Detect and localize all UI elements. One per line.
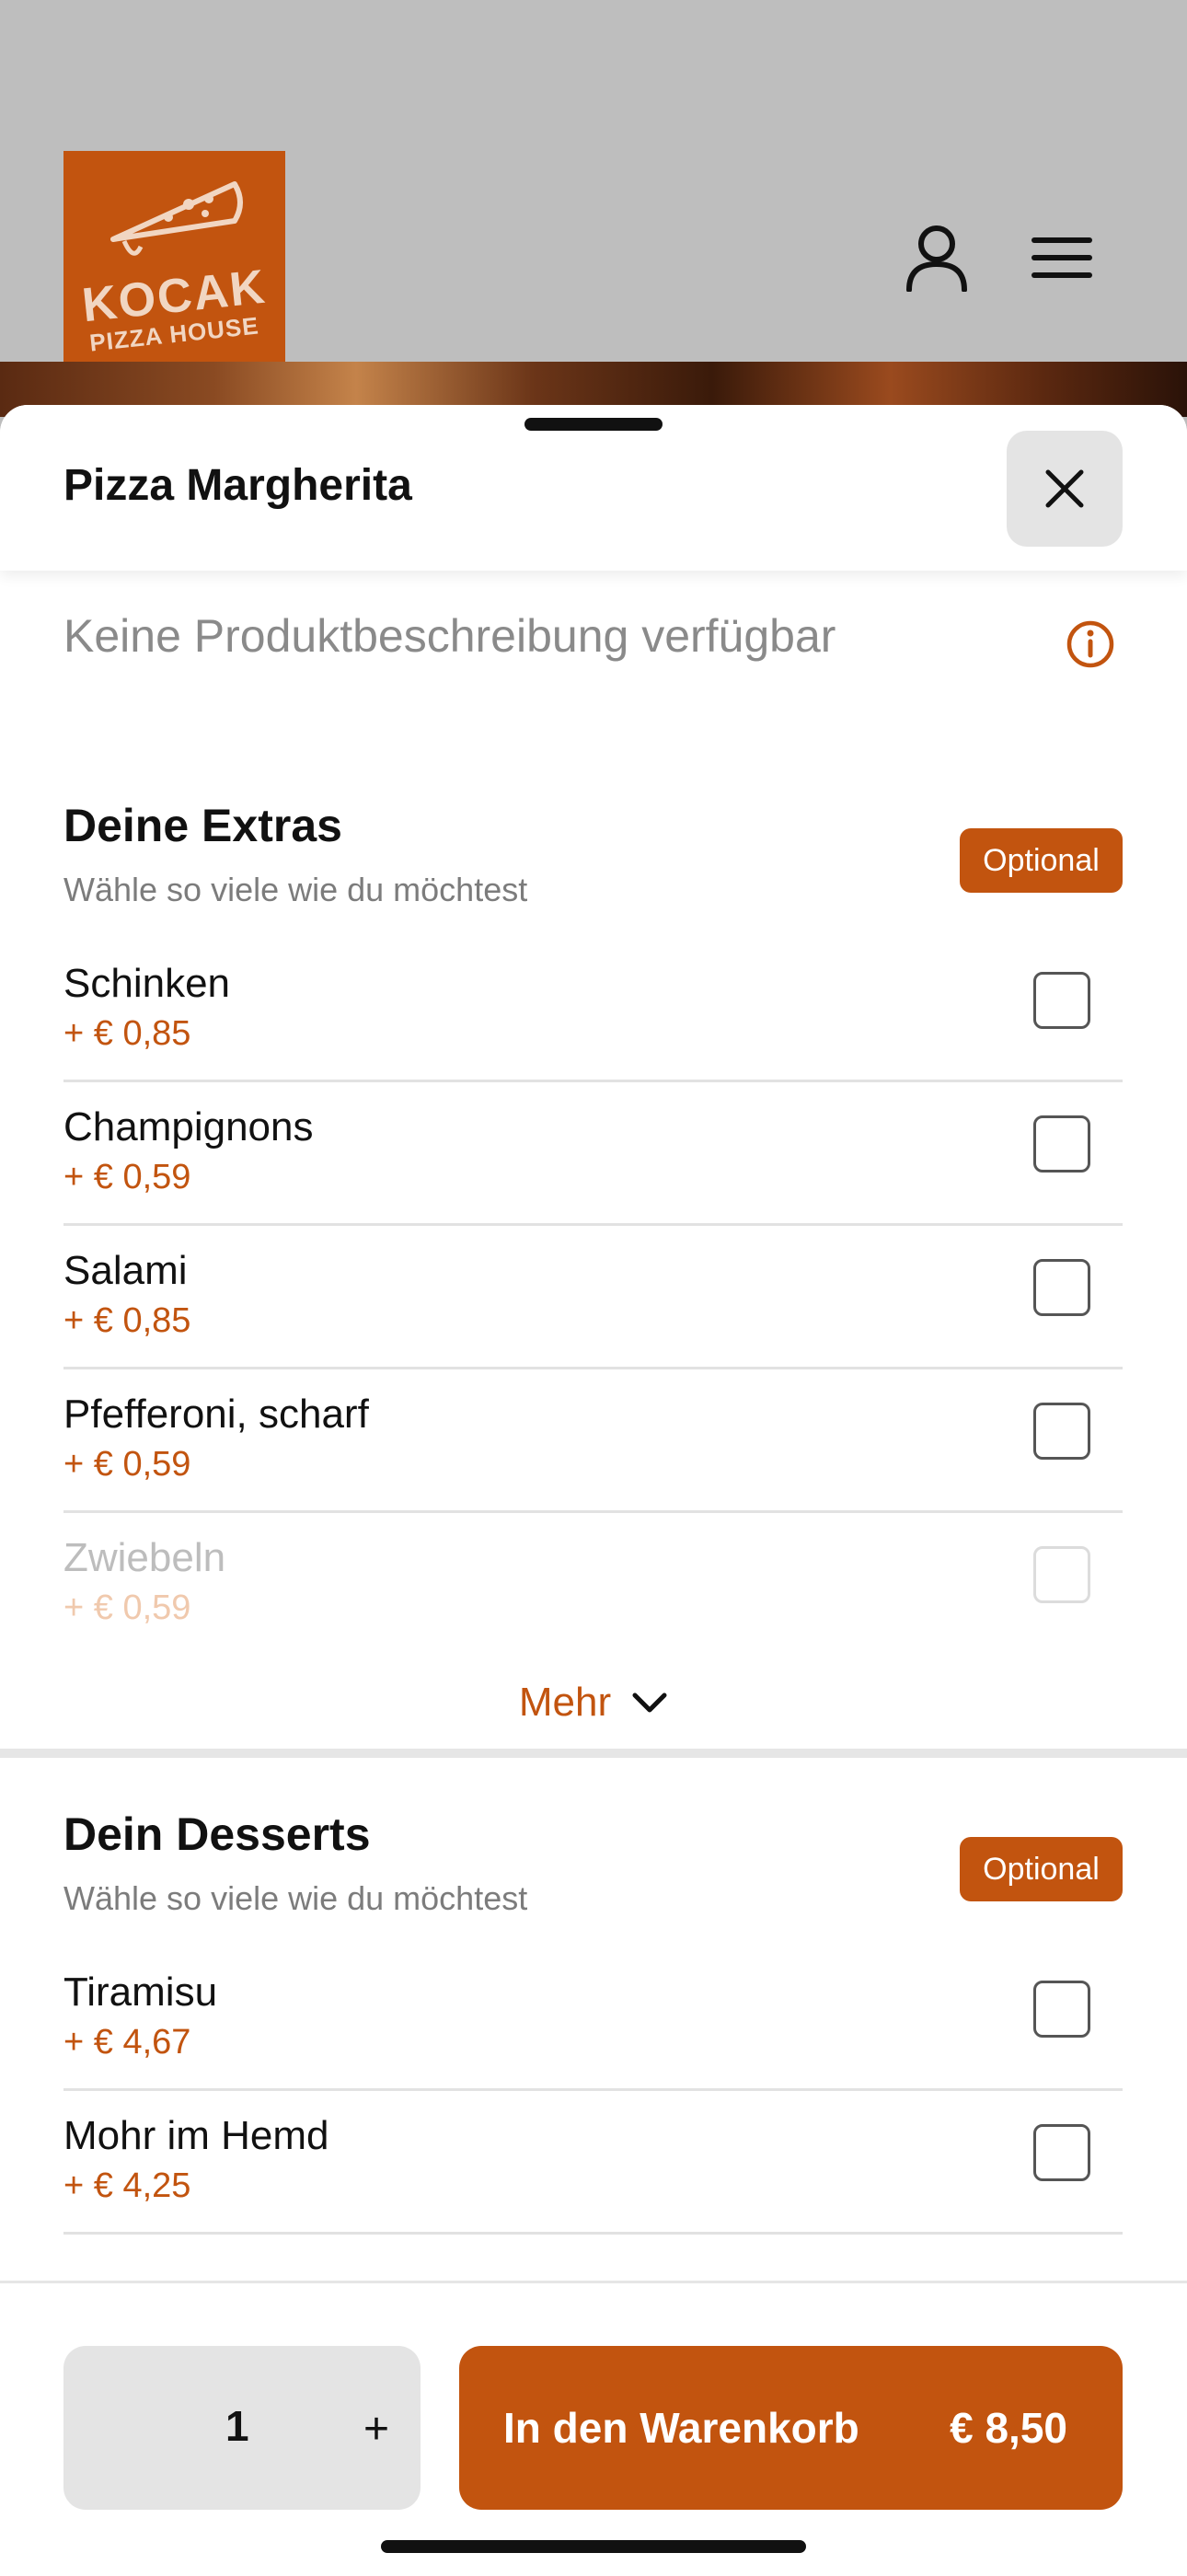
item-price: + € 0,59 — [63, 1588, 191, 1627]
close-icon — [1045, 469, 1084, 508]
item-name: Pfefferoni, scharf — [63, 1392, 369, 1437]
dessert-item-mohr-im-hemd[interactable]: Mohr im Hemd + € 4,25 — [63, 2091, 1123, 2235]
show-more-label: Mehr — [518, 1680, 612, 1725]
extra-item-zwiebeln[interactable]: Zwiebeln + € 0,59 — [63, 1513, 1123, 1657]
extra-item-salami[interactable]: Salami + € 0,85 — [63, 1226, 1123, 1369]
item-name: Salami — [63, 1248, 188, 1293]
checkbox[interactable] — [1033, 2124, 1090, 2181]
add-to-cart-label: In den Warenkorb — [503, 2404, 859, 2452]
item-price: + € 0,59 — [63, 1158, 191, 1196]
show-more-button[interactable]: Mehr — [0, 1666, 1187, 1739]
extra-item-schinken[interactable]: Schinken + € 0,85 — [63, 939, 1123, 1082]
quantity-value: 1 — [225, 2402, 249, 2450]
item-name: Schinken — [63, 961, 231, 1006]
product-title: Pizza Margherita — [63, 461, 412, 510]
section-divider — [0, 1749, 1187, 1758]
checkbox[interactable] — [1033, 1546, 1090, 1603]
extras-optional-badge: Optional — [960, 828, 1123, 893]
home-indicator[interactable] — [381, 2540, 806, 2553]
product-sheet: Pizza Margherita Keine Produktbeschreibu… — [0, 405, 1187, 2573]
desserts-title: Dein Desserts — [63, 1808, 371, 1860]
cart-footer: 1 + In den Warenkorb € 8,50 — [0, 2281, 1187, 2576]
pizza-slice-icon — [109, 181, 243, 256]
cart-total: € 8,50 — [950, 2404, 1067, 2452]
menu-icon[interactable] — [1025, 221, 1099, 295]
checkbox[interactable] — [1033, 1981, 1090, 2038]
extras-title: Deine Extras — [63, 800, 342, 851]
item-price: + € 4,67 — [63, 2023, 191, 2062]
increment-button[interactable]: + — [340, 2383, 413, 2475]
quantity-stepper[interactable]: 1 + — [63, 2346, 421, 2510]
extra-item-champignons[interactable]: Champignons + € 0,59 — [63, 1082, 1123, 1226]
item-name: Zwiebeln — [63, 1535, 226, 1580]
checkbox[interactable] — [1033, 1403, 1090, 1460]
close-button[interactable] — [1007, 431, 1123, 547]
dessert-item-tiramisu[interactable]: Tiramisu + € 4,67 — [63, 1947, 1123, 2091]
checkbox[interactable] — [1033, 972, 1090, 1029]
item-price: + € 4,25 — [63, 2166, 191, 2205]
desserts-optional-badge: Optional — [960, 1837, 1123, 1901]
chevron-down-icon — [632, 1692, 667, 1713]
info-icon[interactable] — [1066, 619, 1115, 669]
extras-subtitle: Wähle so viele wie du möchtest — [63, 871, 528, 908]
extra-item-pfefferoni[interactable]: Pfefferoni, scharf + € 0,59 — [63, 1369, 1123, 1513]
item-name: Mohr im Hemd — [63, 2113, 329, 2158]
item-name: Champignons — [63, 1104, 314, 1149]
drag-handle[interactable] — [524, 418, 663, 431]
brand-logo[interactable]: KOCAK PIZZA HOUSE — [63, 151, 285, 373]
item-price: + € 0,85 — [63, 1014, 191, 1053]
product-description: Keine Produktbeschreibung verfügbar — [63, 610, 836, 662]
checkbox[interactable] — [1033, 1259, 1090, 1316]
item-price: + € 0,59 — [63, 1445, 191, 1484]
add-to-cart-button[interactable]: In den Warenkorb € 8,50 — [459, 2346, 1123, 2510]
desserts-subtitle: Wähle so viele wie du möchtest — [63, 1879, 528, 1917]
app-header: KOCAK PIZZA HOUSE — [0, 0, 1187, 373]
item-price: + € 0,85 — [63, 1301, 191, 1340]
item-name: Tiramisu — [63, 1970, 218, 2015]
sheet-header: Pizza Margherita — [0, 405, 1187, 571]
checkbox[interactable] — [1033, 1115, 1090, 1172]
user-icon[interactable] — [900, 221, 974, 295]
